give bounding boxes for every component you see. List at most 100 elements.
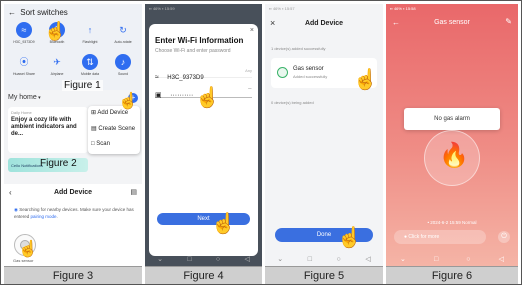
- status-bar: ▪▪ 46% ▪ 15:57: [269, 6, 295, 11]
- nav-circle-icon[interactable]: ○: [216, 256, 220, 263]
- scan-frame-icon[interactable]: ▤: [130, 188, 137, 196]
- search-message: ◉ Searching for nearby devices. Make sur…: [14, 207, 134, 219]
- home-label[interactable]: My home ▾: [8, 94, 41, 101]
- flame-icon: 🔥: [439, 142, 469, 169]
- status-bar: ▪▪ 46% ▪ 15:59: [149, 6, 175, 11]
- device-status: Added successfully: [293, 74, 328, 79]
- bell-icon: ♪: [115, 54, 131, 70]
- ssid-row[interactable]: ≈ H3C_9373D9 Any: [155, 66, 252, 81]
- hand-pointer-icon: ☝: [211, 213, 236, 235]
- edit-icon[interactable]: ✎: [505, 17, 512, 26]
- device-icon: [277, 67, 288, 78]
- nav-bar: ⌄ □ ○ ◁: [386, 252, 518, 266]
- data-icon: ⇅: [82, 54, 98, 70]
- wifi-dialog-subtitle: Choose Wi-Fi and enter password: [155, 48, 231, 54]
- toggle-label: Sound: [117, 72, 129, 76]
- hand-pointer-icon: ☝: [118, 93, 138, 110]
- nav-back-icon[interactable]: ⌄: [400, 255, 406, 263]
- sort-switches-title: Sort switches: [20, 8, 68, 17]
- toggle-label: Flashlight: [82, 40, 98, 44]
- device-card[interactable]: Gas sensor Added successfully ☝: [271, 58, 378, 91]
- close-icon[interactable]: ×: [250, 27, 254, 34]
- add-device-search: ‹ Add Device ▤ ◉ Searching for nearby de…: [4, 184, 142, 266]
- added-count: 1 device(s) added successfully: [271, 46, 326, 51]
- toggle-bell[interactable]: ♪ Sound: [108, 54, 138, 84]
- nav-bar: ⌄ □ ○ ◁: [265, 252, 383, 266]
- lock-icon: ▣: [155, 92, 162, 99]
- rotate-icon: ↻: [119, 25, 127, 35]
- device-title: Gas sensor: [434, 19, 470, 26]
- ssid-value: H3C_9373D9: [167, 75, 204, 81]
- toggle-flashlight[interactable]: ↑ Flashlight: [75, 22, 105, 52]
- figure2-label: Figure 2: [40, 158, 77, 169]
- card-text: Enjoy a cozy life with ambient indicator…: [11, 117, 77, 137]
- wifi-dialog-title: Enter Wi-Fi Information: [155, 36, 244, 45]
- airplane-icon: ✈: [53, 57, 61, 67]
- panel-figure-6: ▪▪ 46% ▪ 15:58 ← Gas sensor ✎ No gas ala…: [386, 4, 518, 266]
- caption-figure-4: Figure 4: [145, 266, 262, 284]
- menu-item-add-device[interactable]: ⊞ Add Device: [91, 109, 128, 116]
- card-tag: Daily Home: [11, 110, 32, 115]
- hand-pointer-icon: ☝: [44, 21, 67, 41]
- toggle-label: H3C_9373D9: [13, 40, 35, 44]
- hand-pointer-icon: ☝: [195, 87, 220, 109]
- home-section: My home ▾ + Daily Home Enjoy a cozy life…: [4, 92, 142, 174]
- password-value: ··········: [170, 92, 194, 99]
- menu-item-create-scene[interactable]: ▤ Create Scene: [91, 125, 135, 132]
- click-for-more-button[interactable]: ● Click for more: [394, 230, 486, 244]
- wifi-dialog: × Enter Wi-Fi Information Choose Wi-Fi a…: [149, 24, 258, 256]
- nav-back-icon[interactable]: ⌄: [157, 255, 163, 263]
- hand-pointer-icon: ☝: [337, 227, 362, 249]
- caption-figure-6: Figure 6: [386, 266, 518, 284]
- nav-circle-icon[interactable]: ○: [466, 256, 470, 263]
- toggle-label: Mobile data: [80, 72, 100, 76]
- toggle-label: Huawei Share: [13, 72, 35, 76]
- panel-figure-5: ▪▪ 46% ▪ 15:57 × Add Device 1 device(s) …: [265, 4, 383, 266]
- next-button[interactable]: Next: [157, 213, 250, 225]
- eye-off-icon[interactable]: ∼: [248, 86, 252, 92]
- hand-pointer-icon: ☝: [353, 69, 378, 91]
- power-button[interactable]: ⏻: [498, 231, 510, 243]
- caption-figure-3: Figure 3: [4, 266, 142, 284]
- nav-triangle-icon[interactable]: ◁: [499, 255, 504, 263]
- nav-bar: ⌄ □ ○ ◁: [145, 252, 262, 266]
- toggle-share[interactable]: ⦿ Huawei Share: [9, 54, 39, 84]
- nav-home-icon[interactable]: □: [187, 256, 191, 263]
- toggle-grid: ≈ H3C_9373D9 ᛒ Bluetooth ↑ Flashlight ↻ Auto-ro…: [6, 22, 140, 86]
- toggle-wifi[interactable]: ≈ H3C_9373D9: [9, 22, 39, 52]
- sensor-ring: 🔥: [424, 130, 480, 186]
- panel-figure-1-2: ← Sort switches ≈ H3C_9373D9 ᛒ Bluetooth ↑ Fl…: [4, 4, 142, 266]
- add-device-title: Add Device: [53, 189, 93, 196]
- flashlight-icon: ↑: [87, 25, 93, 35]
- status-bar: ▪▪ 46% ▪ 15:58: [390, 6, 416, 11]
- device-circle-label: Gas sensor: [13, 258, 34, 263]
- nav-circle-icon[interactable]: ○: [337, 256, 341, 263]
- pairing-mode-link[interactable]: pairing mode: [31, 214, 57, 219]
- nav-home-icon[interactable]: □: [308, 256, 312, 263]
- nav-triangle-icon[interactable]: ◁: [244, 255, 249, 263]
- hand-pointer-icon: ☝: [18, 241, 38, 258]
- caption-figure-5: Figure 5: [265, 266, 383, 284]
- add-menu: ⊞ Add Device ▤ Create Scene □ Scan: [88, 106, 140, 154]
- panel-figure-4: ▪▪ 46% ▪ 15:59 × Enter Wi-Fi Information…: [145, 4, 262, 266]
- daily-home-card[interactable]: Daily Home Enjoy a cozy life with ambien…: [8, 107, 88, 153]
- status-timestamp: • 2024-6-2 15:59 Normal: [427, 220, 477, 225]
- status-card: No gas alarm: [404, 108, 500, 130]
- toggle-label: Airplane: [50, 72, 64, 76]
- wifi-icon: ≈: [155, 74, 159, 81]
- menu-item-scan[interactable]: □ Scan: [91, 141, 110, 147]
- back-arrow-icon[interactable]: ←: [8, 8, 18, 17]
- device-name: Gas sensor: [293, 66, 324, 72]
- nav-triangle-icon[interactable]: ◁: [365, 255, 370, 263]
- figure1-label: Figure 1: [62, 80, 103, 91]
- share-icon: ⦿: [19, 57, 29, 67]
- nav-home-icon[interactable]: □: [434, 256, 438, 263]
- ssid-hint: Any: [245, 68, 252, 73]
- wifi-icon: ≈: [16, 22, 32, 38]
- toggle-rotate[interactable]: ↻ Auto-rotate: [108, 22, 138, 52]
- chevron-down-icon: ▾: [36, 95, 41, 101]
- being-added: 0 device(s) being added: [271, 100, 314, 105]
- nav-back-icon[interactable]: ⌄: [277, 255, 283, 263]
- toggle-label: Auto-rotate: [114, 40, 132, 44]
- control-center: ← Sort switches ≈ H3C_9373D9 ᛒ Bluetooth ↑ Fl…: [4, 4, 142, 90]
